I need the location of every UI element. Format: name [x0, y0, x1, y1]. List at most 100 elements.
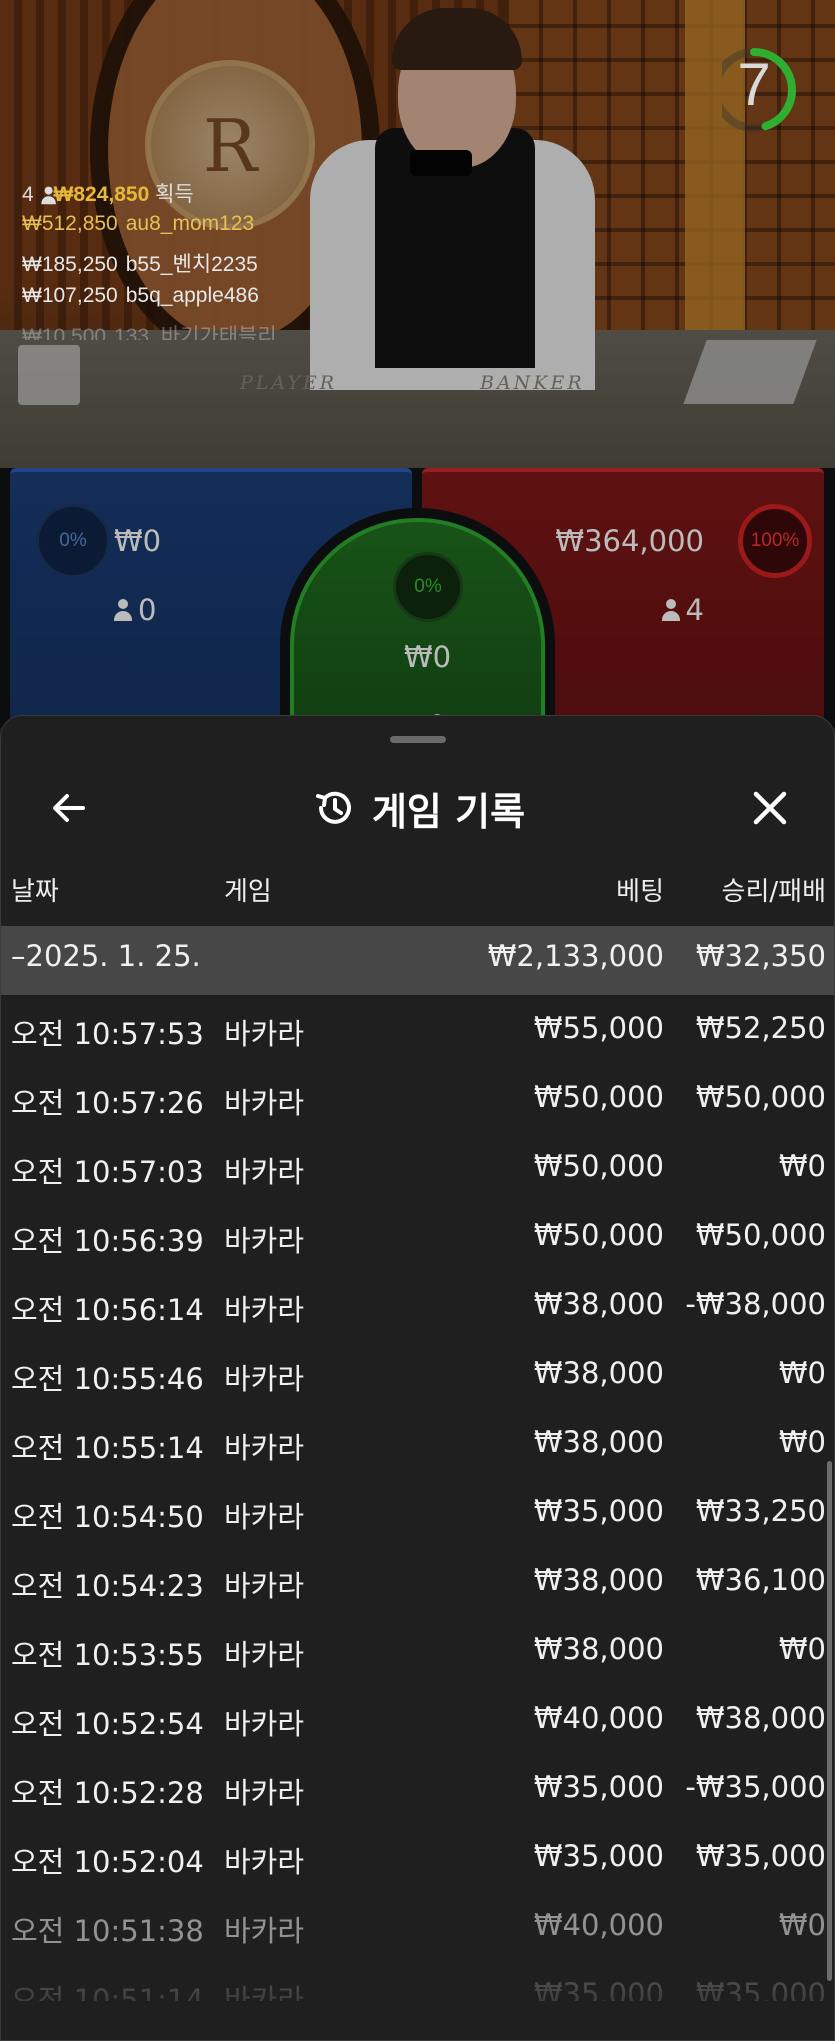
table-header: 날짜 게임 베팅 승리/패배 [1, 871, 834, 927]
user-icon [661, 598, 680, 621]
row-bet: ₩38,000 [533, 1356, 664, 1390]
live-video: R PLAYER BANKER 7 4 ₩824,850 획득 ₩512,850… [0, 0, 835, 470]
row-game: 바카라 [224, 1017, 305, 1051]
winners-count: 4 [22, 183, 34, 206]
row-result: ₩38,000 [695, 1701, 826, 1735]
winner-row: ₩10,500 133_바기가태블리 [22, 325, 277, 340]
row-game: 바카라 [224, 1362, 305, 1396]
row-game: 바카라 [224, 1293, 305, 1327]
col-bet: 베팅 [616, 877, 664, 907]
timer-value: 7 [737, 51, 771, 118]
row-result: ₩52,250 [695, 1011, 826, 1045]
row-result: ₩33,250 [695, 1494, 826, 1528]
winners-suffix: 획득 [155, 183, 194, 206]
row-time: 오전 10:57:03 [11, 1155, 204, 1189]
row-result: ₩0 [778, 1149, 826, 1183]
table-row[interactable]: 오전 10:56:14 바카라 ₩38,000 -₩38,000 [1, 1271, 834, 1340]
row-result: -₩35,000 [685, 1770, 826, 1804]
row-result: ₩0 [778, 1632, 826, 1666]
row-bet: ₩35,000 [533, 1770, 664, 1804]
table-row[interactable]: 오전 10:51:38 바카라 ₩40,000 ₩0 [1, 1892, 834, 1961]
row-time: 오전 10:53:55 [11, 1638, 204, 1672]
col-game: 게임 [224, 877, 272, 907]
row-result: ₩36,100 [695, 1563, 826, 1597]
table-row[interactable]: 오전 10:57:03 바카라 ₩50,000 ₩0 [1, 1133, 834, 1202]
table-row[interactable]: 오전 10:55:46 바카라 ₩38,000 ₩0 [1, 1340, 834, 1409]
row-result: ₩50,000 [695, 1218, 826, 1252]
table-row[interactable]: 오전 10:52:04 바카라 ₩35,000 ₩35,000 [1, 1823, 834, 1892]
winners-total: ₩824,850 [53, 183, 150, 206]
row-bet: ₩50,000 [533, 1080, 664, 1114]
table-row[interactable]: 오전 10:56:39 바카라 ₩50,000 ₩50,000 [1, 1202, 834, 1271]
row-result: ₩0 [778, 1425, 826, 1459]
row-result: ₩50,000 [695, 1080, 826, 1114]
row-bet: ₩55,000 [533, 1011, 664, 1045]
day-bet-total: ₩2,133,000 [487, 939, 664, 973]
row-bet: ₩50,000 [533, 1218, 664, 1252]
row-game: 바카라 [224, 1707, 305, 1741]
table-row[interactable]: 오전 10:54:50 바카라 ₩35,000 ₩33,250 [1, 1478, 834, 1547]
row-game: 바카라 [224, 1569, 305, 1603]
col-result: 승리/패배 [721, 877, 826, 907]
table-row[interactable]: 오전 10:53:55 바카라 ₩38,000 ₩0 [1, 1616, 834, 1685]
row-bet: ₩38,000 [533, 1632, 664, 1666]
row-bet: ₩50,000 [533, 1149, 664, 1183]
tie-amount: ₩0 [404, 639, 452, 674]
history-table: –2025. 1. 25. ₩2,133,000 ₩32,350 오전 10:5… [1, 926, 834, 2001]
winner-row: ₩512,850 au8_mom123 [22, 212, 255, 235]
row-result: -₩38,000 [685, 1287, 826, 1321]
winner-row: ₩185,250 b55_벤치2235 [22, 253, 258, 276]
row-game: 바카라 [224, 1086, 305, 1120]
winners-list: 4 ₩824,850 획득 ₩512,850 au8_mom123 ₩185,25… [22, 178, 322, 340]
row-bet: ₩40,000 [533, 1908, 664, 1942]
table-row[interactable]: 오전 10:55:14 바카라 ₩38,000 ₩0 [1, 1409, 834, 1478]
table-row[interactable]: 오전 10:57:53 바카라 ₩55,000 ₩52,250 [1, 995, 834, 1064]
scrollbar[interactable] [827, 1461, 832, 1981]
table-row[interactable]: 오전 10:57:26 바카라 ₩50,000 ₩50,000 [1, 1064, 834, 1133]
row-game: 바카라 [224, 1776, 305, 1810]
row-time: 오전 10:51:38 [11, 1914, 204, 1948]
row-result: ₩0 [778, 1356, 826, 1390]
row-game: 바카라 [224, 1224, 305, 1258]
row-game: 바카라 [224, 1914, 305, 1948]
row-time: 오전 10:52:54 [11, 1707, 204, 1741]
row-time: 오전 10:57:26 [11, 1086, 204, 1120]
page-title: 게임 기록 [371, 789, 526, 834]
row-bet: ₩38,000 [533, 1563, 664, 1597]
row-time: 오전 10:55:14 [11, 1431, 204, 1465]
row-time: 오전 10:54:23 [11, 1569, 204, 1603]
close-icon [753, 791, 787, 825]
day-summary-row[interactable]: –2025. 1. 25. ₩2,133,000 ₩32,350 [1, 926, 834, 995]
row-time: 오전 10:52:28 [11, 1776, 204, 1810]
banker-count: 4 [685, 592, 704, 627]
row-bet: ₩38,000 [533, 1287, 664, 1321]
row-result: ₩35,000 [695, 1839, 826, 1873]
col-date: 날짜 [11, 877, 59, 907]
row-time: 오전 10:56:39 [11, 1224, 204, 1258]
winner-row: ₩107,250 b5q_apple486 [22, 284, 259, 307]
table-row[interactable]: 오전 10:52:54 바카라 ₩40,000 ₩38,000 [1, 1685, 834, 1754]
row-bet: ₩35,000 [533, 1494, 664, 1528]
sheet-header: 게임 기록 [1, 768, 834, 848]
drag-handle[interactable] [390, 736, 446, 743]
row-bet: ₩40,000 [533, 1701, 664, 1735]
row-game: 바카라 [224, 1431, 305, 1465]
row-game: 바카라 [224, 1155, 305, 1189]
row-bet: ₩38,000 [533, 1425, 664, 1459]
row-time: 오전 10:57:53 [11, 1017, 204, 1051]
row-game: 바카라 [224, 1845, 305, 1879]
table-row[interactable]: 오전 10:52:28 바카라 ₩35,000 -₩35,000 [1, 1754, 834, 1823]
tie-percent: 0% [393, 552, 463, 622]
row-time: 오전 10:55:46 [11, 1362, 204, 1396]
row-result: ₩0 [778, 1908, 826, 1942]
winners-summary: 4 ₩824,850 획득 [22, 178, 322, 212]
table-row[interactable]: 오전 10:54:23 바카라 ₩38,000 ₩36,100 [1, 1547, 834, 1616]
betting-area: 0% ₩0 0 100% ₩364,000 4 0% ₩0 0 [0, 468, 835, 768]
row-time: 오전 10:52:04 [11, 1845, 204, 1879]
user-icon [40, 186, 56, 205]
history-clock-icon [315, 791, 351, 824]
game-history-sheet: 게임 기록 날짜 게임 베팅 승리/패배 –2025. 1. 25. ₩2,13… [0, 715, 835, 2041]
sheet-title: 게임 기록 [1, 778, 834, 838]
close-button[interactable] [740, 778, 800, 838]
day-result-total: ₩32,350 [695, 939, 826, 973]
